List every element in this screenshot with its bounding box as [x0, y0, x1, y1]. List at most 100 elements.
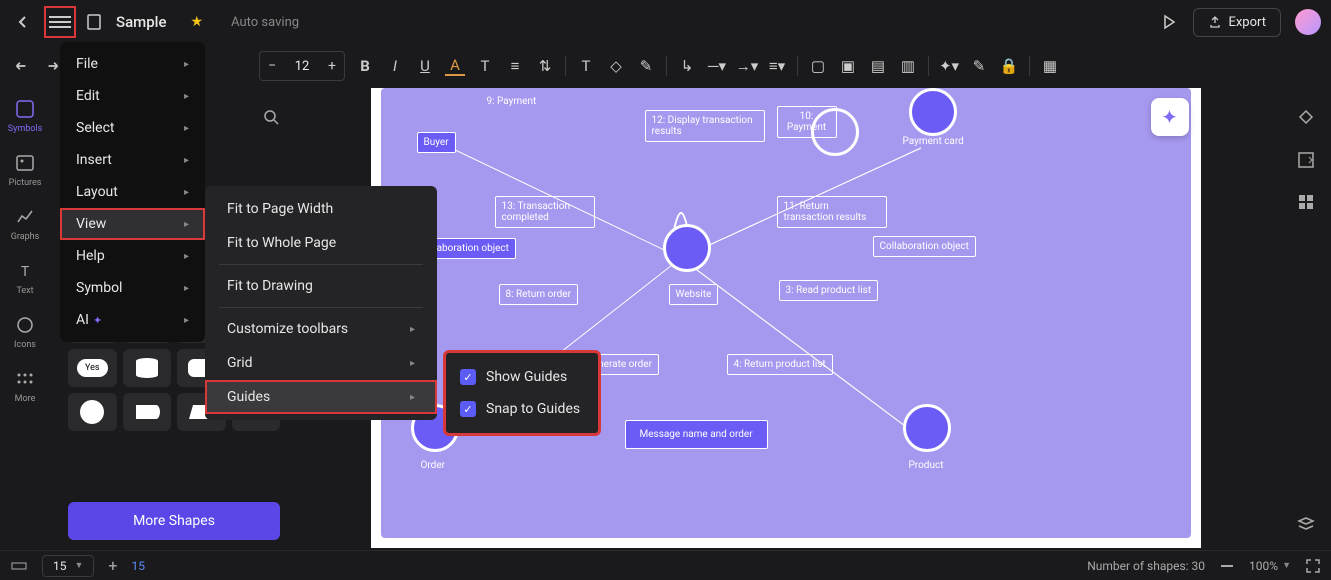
shape-button-3[interactable]: ▤ [868, 56, 888, 76]
node-buyer[interactable]: Buyer [417, 132, 456, 153]
text-style-button[interactable]: T [475, 56, 495, 76]
menu-file[interactable]: File▸ [60, 48, 205, 80]
menu-layout[interactable]: Layout▸ [60, 176, 205, 208]
view-guides[interactable]: Guides▸ [205, 380, 437, 414]
line-weight-button[interactable]: ≡▾ [767, 56, 787, 76]
shape-button-1[interactable]: ▢ [808, 56, 828, 76]
view-customize-toolbars[interactable]: Customize toolbars▸ [205, 312, 437, 346]
connector-button[interactable]: ↳ [677, 56, 697, 76]
highlight-button[interactable]: ◇ [606, 56, 626, 76]
arrow-style-button[interactable]: →▾ [737, 56, 757, 76]
font-size-increase[interactable]: + [320, 52, 344, 80]
node-return-order[interactable]: 8: Return order [499, 284, 579, 305]
play-button[interactable] [1159, 12, 1179, 32]
canvas-area[interactable]: Buyer 9: Payment 12: Display transaction… [300, 88, 1271, 550]
menu-insert[interactable]: Insert▸ [60, 144, 205, 176]
view-fit-whole-page[interactable]: Fit to Whole Page [205, 226, 437, 260]
font-size-decrease[interactable]: − [260, 52, 284, 80]
document-icon [84, 12, 104, 32]
node-cancel-circle[interactable] [811, 108, 859, 156]
grid-panel-icon[interactable] [1296, 192, 1316, 212]
show-guides-toggle[interactable]: Show Guides [446, 361, 598, 393]
lock-button[interactable]: 🔒 [999, 56, 1019, 76]
align-button[interactable]: ≡ [505, 56, 525, 76]
zoom-out-icon[interactable] [1219, 558, 1235, 574]
shape-button-2[interactable]: ▣ [838, 56, 858, 76]
snap-guides-toggle[interactable]: Snap to Guides [446, 393, 598, 425]
guides-flyout: Show Guides Snap to Guides [443, 350, 601, 436]
main-menu-button[interactable] [49, 11, 71, 33]
edit-button[interactable]: ✎ [969, 56, 989, 76]
font-size-input[interactable] [284, 52, 320, 80]
line-style-button[interactable]: ─▾ [707, 56, 727, 76]
menu-select[interactable]: Select▸ [60, 112, 205, 144]
shape-circle-2[interactable] [68, 393, 117, 431]
node-transaction-completed[interactable]: 13: Transaction completed [495, 196, 595, 228]
menu-symbol[interactable]: Symbol▸ [60, 272, 205, 304]
menu-ai[interactable]: AI✦▸ [60, 304, 205, 336]
document-title[interactable]: Sample [116, 13, 167, 31]
back-button[interactable] [10, 9, 36, 35]
shape-cylinder-side[interactable] [123, 393, 172, 431]
undo-button[interactable] [10, 55, 32, 77]
checkbox-checked-icon [460, 401, 476, 417]
rail-more[interactable]: More [14, 368, 36, 404]
view-fit-drawing[interactable]: Fit to Drawing [205, 269, 437, 303]
view-grid[interactable]: Grid▸ [205, 346, 437, 380]
node-product-circle[interactable] [903, 404, 951, 452]
export-panel-icon[interactable] [1296, 150, 1316, 170]
left-sidebar-rail: Symbols Pictures Graphs T Text Icons Mor… [0, 88, 50, 550]
ruler-icon[interactable] [10, 557, 28, 575]
fullscreen-icon[interactable] [1305, 558, 1321, 574]
brush-button[interactable]: ✎ [636, 56, 656, 76]
node-website[interactable]: Website [669, 284, 719, 305]
export-button[interactable]: Export [1193, 8, 1281, 37]
node-collab-2[interactable]: Collaboration object [873, 236, 976, 257]
underline-button[interactable]: U [415, 56, 435, 76]
main-menu-dropdown: File▸ Edit▸ Select▸ Insert▸ Layout▸ View… [60, 42, 205, 342]
shape-button-4[interactable]: ▥ [898, 56, 918, 76]
node-message[interactable]: Message name and order [625, 420, 768, 449]
search-icon[interactable] [262, 108, 280, 126]
right-sidebar-rail [1281, 88, 1331, 550]
rail-symbols[interactable]: Symbols [8, 98, 43, 134]
zoom-level[interactable]: 100% ▼ [1249, 559, 1291, 573]
page-surface[interactable]: Buyer 9: Payment 12: Display transaction… [371, 88, 1201, 548]
menu-help[interactable]: Help▸ [60, 240, 205, 272]
node-center-circle[interactable] [663, 224, 711, 272]
rail-graphs[interactable]: Graphs [11, 206, 40, 242]
shape-yes[interactable]: Yes [68, 349, 117, 387]
ai-assist-button[interactable]: ✦ [1151, 98, 1189, 136]
add-page-button[interactable]: + [108, 556, 117, 575]
line-spacing-button[interactable]: ⇅ [535, 56, 555, 76]
label-payment-card: Payment card [903, 136, 964, 147]
shape-cylinder[interactable] [123, 349, 172, 387]
rail-icons[interactable]: Icons [14, 314, 36, 350]
effects-button[interactable]: ✦▾ [939, 56, 959, 76]
node-read-product[interactable]: 3: Read product list [779, 280, 879, 301]
text-tool-button[interactable]: T [576, 56, 596, 76]
fill-icon[interactable] [1296, 108, 1316, 128]
user-avatar[interactable] [1295, 9, 1321, 35]
favorite-star-icon[interactable]: ★ [191, 14, 204, 30]
grid-view-button[interactable]: ▦ [1040, 56, 1060, 76]
view-fit-page-width[interactable]: Fit to Page Width [205, 192, 437, 226]
icons-icon [14, 314, 36, 336]
layers-icon[interactable] [1296, 514, 1316, 534]
more-shapes-button[interactable]: More Shapes [68, 502, 280, 540]
view-submenu: Fit to Page Width Fit to Whole Page Fit … [205, 186, 437, 420]
bold-button[interactable]: B [355, 56, 375, 76]
font-color-button[interactable]: A [445, 56, 465, 76]
page-indicator[interactable]: 15 [132, 559, 146, 573]
node-payment-card-circle[interactable] [909, 88, 957, 136]
rail-pictures[interactable]: Pictures [9, 152, 42, 188]
node-return-results[interactable]: 11: Return transaction results [777, 196, 887, 228]
italic-button[interactable]: I [385, 56, 405, 76]
rail-more-label: More [15, 394, 36, 404]
page-selector[interactable]: 15 ▼ [42, 555, 94, 577]
menu-edit[interactable]: Edit▸ [60, 80, 205, 112]
rail-text[interactable]: T Text [14, 260, 36, 296]
node-display-transaction[interactable]: 12: Display transaction results [645, 110, 765, 142]
menu-view[interactable]: View▸ [60, 208, 205, 240]
node-return-product[interactable]: 4: Return product list [727, 354, 833, 375]
